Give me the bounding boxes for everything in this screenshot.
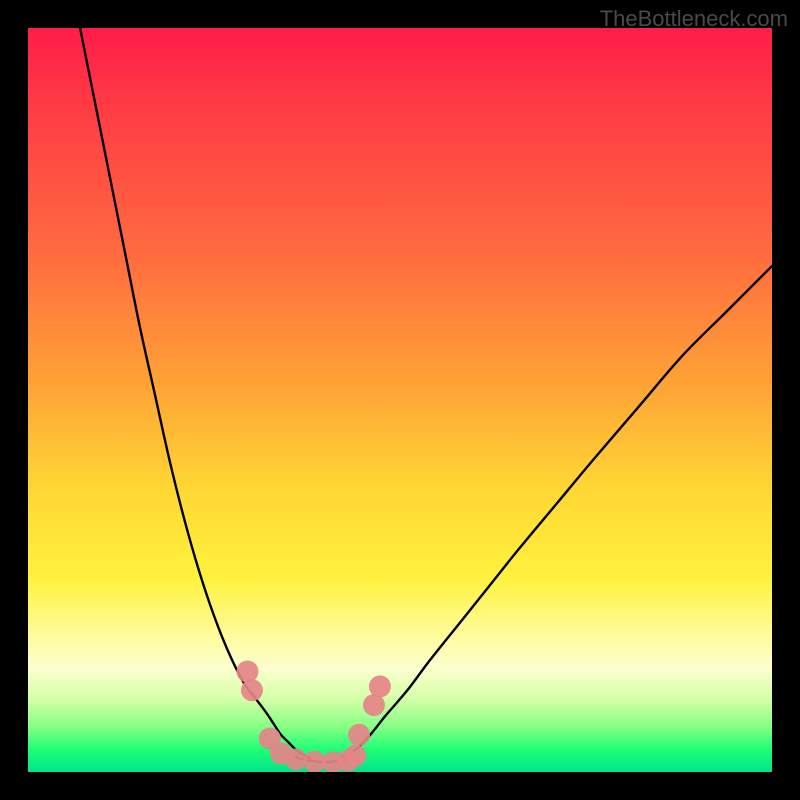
curve-left-curve [80,28,311,759]
data-point [241,679,263,701]
watermark-text: TheBottleneck.com [600,6,788,32]
chart-container: TheBottleneck.com [0,0,800,800]
data-point [348,724,370,746]
data-point [369,675,391,697]
data-point [344,745,366,767]
data-point [236,661,258,683]
data-points-group [236,661,390,772]
plot-area [28,28,772,772]
curve-right-curve [340,266,772,759]
curve-group [80,28,772,762]
data-point [363,694,385,716]
data-point [285,748,307,770]
chart-svg [28,28,772,772]
